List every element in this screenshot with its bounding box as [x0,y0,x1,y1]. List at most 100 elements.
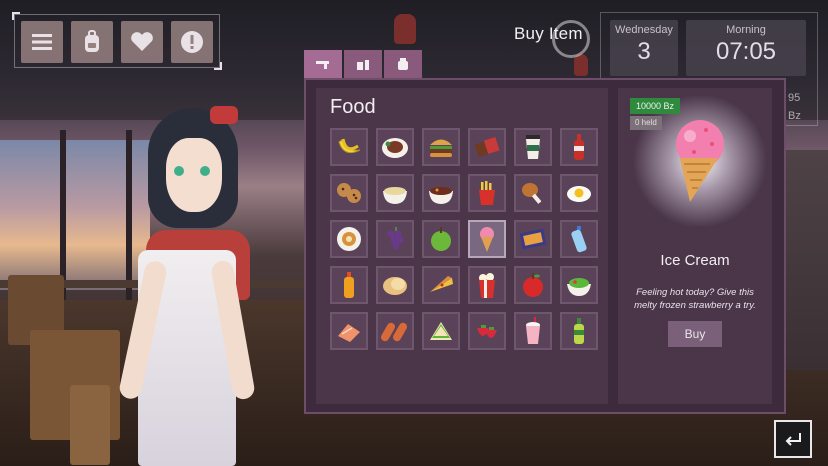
tab-drinks[interactable] [344,50,382,78]
return-arrow-icon [785,433,801,446]
backpack-icon [85,30,99,52]
tab-items[interactable] [384,50,422,78]
water-bottle-icon [571,226,587,253]
banana-icon [338,138,361,154]
strawberries-icon [477,325,497,338]
item-orange-juice[interactable] [330,266,368,304]
salad-icon [567,278,591,296]
item-steak[interactable] [376,128,414,166]
shop-title: Buy Item [514,24,583,43]
popcorn-icon [479,273,495,298]
grapes-icon [387,227,404,250]
menu-icon [32,34,52,50]
hanging-lamp [394,14,416,44]
fries-icon [479,181,495,205]
item-grapes[interactable] [376,220,414,258]
item-milkshake[interactable] [514,312,552,350]
category-title: Food [330,96,376,118]
item-banana[interactable] [330,128,368,166]
alert-icon [181,31,203,53]
drink-icon [357,60,369,70]
pizza-slice-icon [430,276,453,292]
item-bread[interactable] [376,266,414,304]
waitress-character [117,100,268,466]
buy-button[interactable]: Buy [668,321,722,347]
salmon-icon [338,324,360,342]
backpack-button[interactable] [71,21,113,63]
item-chocolate[interactable] [468,128,506,166]
day-box: Wednesday 3 [610,20,678,76]
item-ice-cream[interactable] [468,220,506,258]
back-button[interactable] [774,420,812,458]
day-value: 3 [637,38,651,65]
item-name: Ice Cream [660,252,730,269]
item-burger[interactable] [422,128,460,166]
menu-button[interactable] [21,21,63,63]
bread-icon [383,277,407,295]
alert-button[interactable] [171,21,213,63]
item-sandwich[interactable] [422,312,460,350]
item-sausages[interactable] [376,312,414,350]
coffee-cup-icon [526,135,540,159]
item-cookies[interactable] [330,174,368,212]
item-grid [330,128,600,350]
item-water-bottle[interactable] [560,220,598,258]
item-fried-egg[interactable] [560,174,598,212]
item-pizza-slice[interactable] [422,266,460,304]
steak-icon [382,138,408,158]
item-green-bottle[interactable] [560,312,598,350]
money-fragment: Bz [788,110,801,122]
item-popcorn[interactable] [468,266,506,304]
item-chicken-leg[interactable] [514,174,552,212]
gun-icon [316,61,329,69]
item-salmon[interactable] [330,312,368,350]
price-tag: 10000 Bz [630,98,681,114]
item-soup[interactable] [376,174,414,212]
apple-icon [431,227,451,251]
item-salad[interactable] [560,266,598,304]
jar-icon [398,58,408,70]
item-red-apple[interactable] [514,266,552,304]
ice-cream-icon [480,227,494,252]
ice-cream-large-icon [676,120,724,202]
character-eye [174,166,184,176]
item-stew-bowl[interactable] [422,174,460,212]
cookies-icon [337,183,361,203]
green-bottle-icon [574,318,584,344]
waffle-plate-icon [337,227,361,251]
clock-value: 07:05 [715,38,777,65]
sausages-icon [381,322,407,342]
item-soda-bottle[interactable] [560,128,598,166]
tab-weapons[interactable] [304,50,342,78]
red-apple-icon [523,273,543,297]
stew-bowl-icon [429,187,453,204]
item-fries[interactable] [468,174,506,212]
soup-icon [383,187,407,204]
category-tabs [304,50,422,78]
item-lasagna-tray[interactable] [514,220,552,258]
favorites-button[interactable] [121,21,163,63]
hud-button-bar [12,12,222,70]
chocolate-icon [474,136,500,158]
held-count-tag: 0 held [630,116,662,130]
milkshake-icon [526,317,540,344]
item-strawberries[interactable] [468,312,506,350]
money-fragment: 95 [788,92,801,104]
day-label: Wednesday [615,24,673,36]
time-box: Morning 07:05 [686,20,806,76]
burger-icon [430,139,452,157]
soda-bottle-icon [574,134,584,160]
item-coffee-cup[interactable] [514,128,552,166]
hair-bow [210,106,238,124]
orange-juice-icon [344,272,354,298]
item-description: Feeling hot today? Give this melty froze… [634,287,756,311]
chicken-leg-icon [522,183,542,204]
heart-icon [131,32,153,51]
period-label: Morning [726,24,766,36]
character-eye [200,166,210,176]
character-face [166,138,222,212]
item-waffle-plate[interactable] [330,220,368,258]
fried-egg-icon [567,186,591,202]
item-apple[interactable] [422,220,460,258]
sandwich-icon [430,322,452,340]
